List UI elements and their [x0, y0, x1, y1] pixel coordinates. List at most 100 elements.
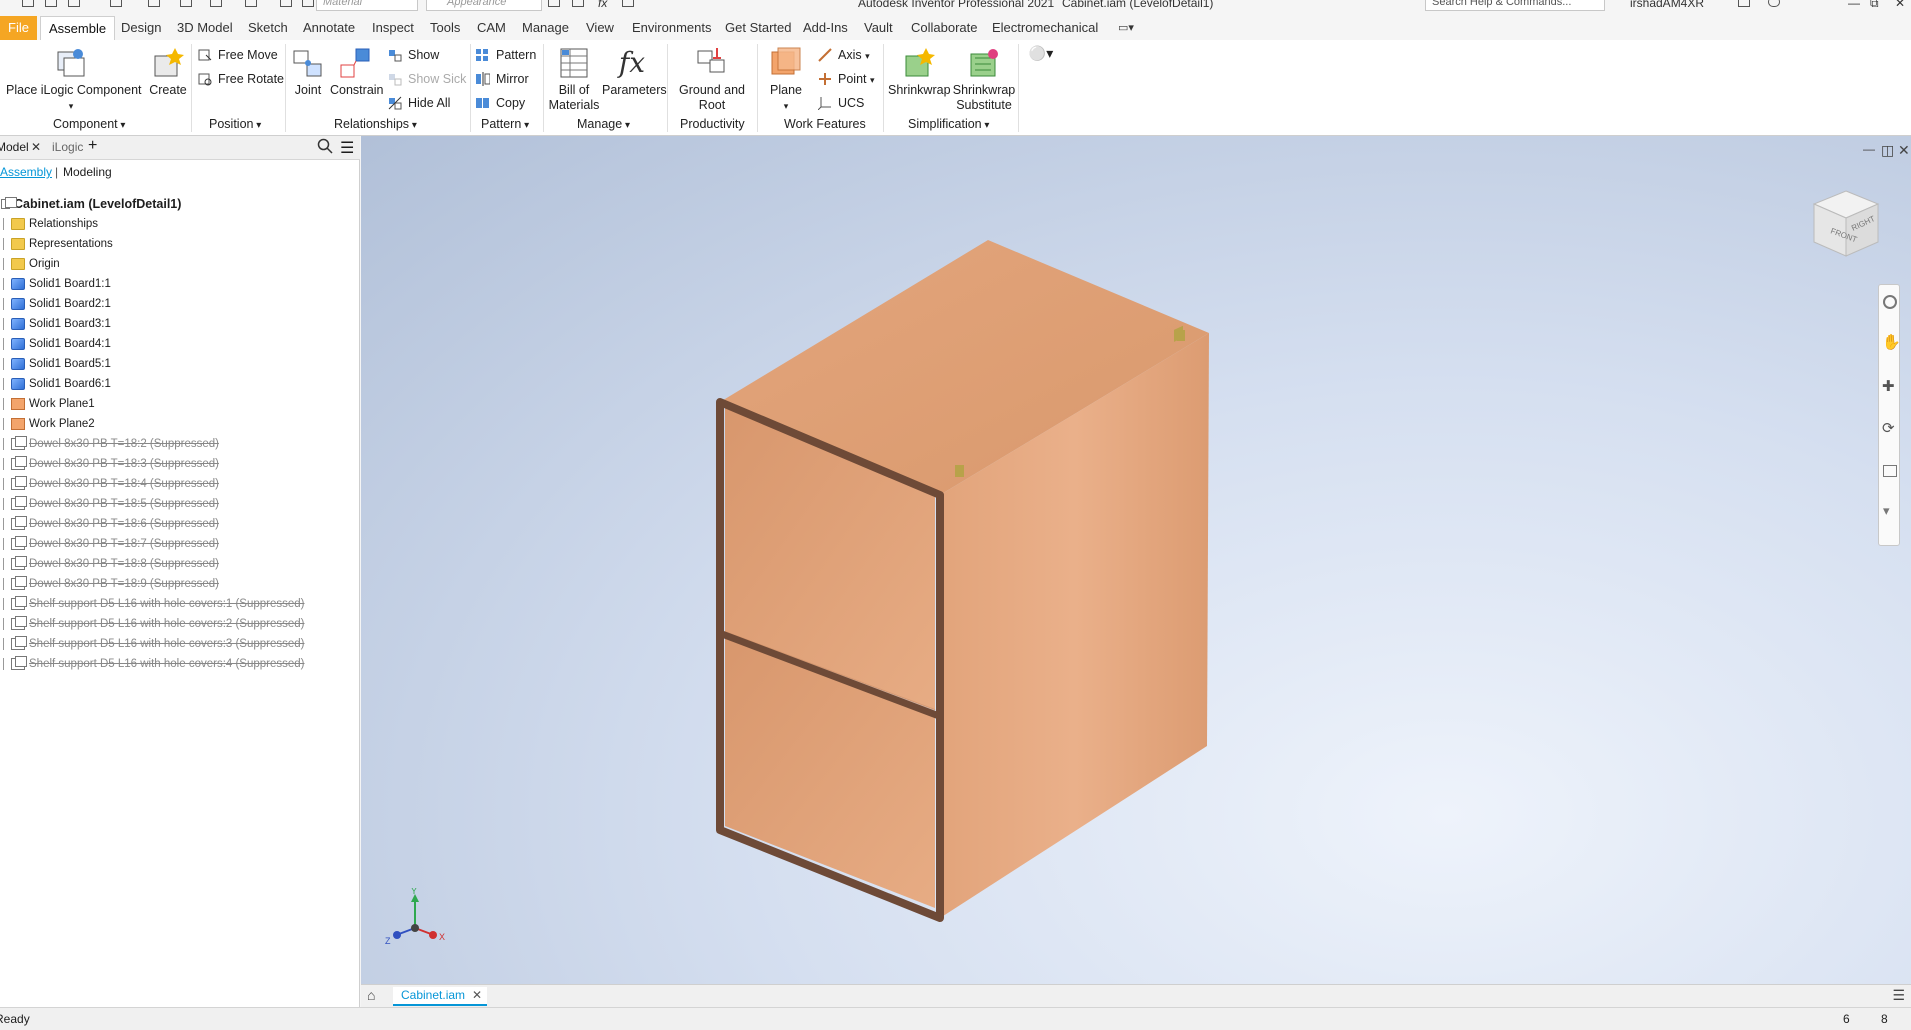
tab-collaborate[interactable]: Collaborate	[903, 16, 986, 40]
group-component[interactable]: Component	[53, 117, 125, 131]
hide-all-button[interactable]: Hide All	[388, 94, 450, 112]
orbit-icon[interactable]: ⟳	[1882, 419, 1895, 437]
tree-item[interactable]: Shelf support D5 L16 with hole covers:2 …	[0, 614, 360, 634]
tree-item[interactable]: Solid1 Board4:1	[0, 334, 360, 354]
tab-add-ins[interactable]: Add-Ins	[795, 16, 856, 40]
free-rotate-button[interactable]: Free Rotate	[198, 70, 284, 88]
customize-qa-icon[interactable]	[622, 0, 634, 7]
expand-toggle[interactable]	[0, 458, 4, 470]
ribbon-display-toggle[interactable]: ▭▾	[1110, 16, 1142, 40]
ucs-button[interactable]: UCS	[817, 94, 864, 112]
tree-item[interactable]: Dowel 8x30 PB T=18:5 (Suppressed)	[0, 494, 360, 514]
tree-item[interactable]: Shelf support D5 L16 with hole covers:3 …	[0, 634, 360, 654]
tree-item[interactable]: Shelf support D5 L16 with hole covers:1 …	[0, 594, 360, 614]
tab-inspect[interactable]: Inspect	[364, 16, 422, 40]
pattern-button[interactable]: Pattern	[476, 46, 536, 64]
browser-tab-model[interactable]: Model	[0, 140, 29, 154]
group-productivity[interactable]: Productivity	[680, 117, 745, 131]
viewport-restore-icon[interactable]: ◫	[1881, 142, 1894, 159]
group-work-features[interactable]: Work Features	[784, 117, 866, 131]
cabinet-model[interactable]	[361, 136, 1911, 984]
expand-toggle[interactable]	[0, 578, 4, 590]
ground-and-root-button[interactable]: Ground and Root	[676, 46, 748, 113]
tab-tools[interactable]: Tools	[422, 16, 468, 40]
viewport-minimize-icon[interactable]: —	[1863, 142, 1875, 156]
measure-icon[interactable]	[280, 0, 292, 7]
add-browser-tab-icon[interactable]: +	[88, 137, 97, 155]
group-relationships[interactable]: Relationships	[334, 117, 417, 131]
expand-toggle[interactable]	[0, 658, 4, 670]
ribbon-options-icon[interactable]: ⚪▾	[1024, 46, 1058, 61]
expand-toggle[interactable]	[0, 278, 4, 290]
constrain-button[interactable]: Constrain	[330, 46, 384, 98]
tree-item[interactable]: Dowel 8x30 PB T=18:9 (Suppressed)	[0, 574, 360, 594]
tab-cam[interactable]: CAM	[469, 16, 514, 40]
tree-item[interactable]: Solid1 Board2:1	[0, 294, 360, 314]
tree-item[interactable]: Origin	[0, 254, 360, 274]
group-simplification[interactable]: Simplification	[908, 117, 989, 131]
group-position[interactable]: Position	[209, 117, 261, 131]
modeling-mode-link[interactable]: Modeling	[63, 165, 112, 179]
tree-item[interactable]: Dowel 8x30 PB T=18:7 (Suppressed)	[0, 534, 360, 554]
search-icon[interactable]	[317, 138, 333, 157]
help-icon[interactable]	[1768, 0, 1780, 7]
group-manage[interactable]: Manage	[577, 117, 630, 131]
tree-item[interactable]: Dowel 8x30 PB T=18:4 (Suppressed)	[0, 474, 360, 494]
select-icon[interactable]	[210, 0, 222, 7]
expand-toggle[interactable]	[0, 558, 4, 570]
tab-get-started[interactable]: Get Started	[717, 16, 799, 40]
tab-environments[interactable]: Environments	[624, 16, 719, 40]
user-account[interactable]: irshadAM4XR	[1630, 0, 1704, 10]
plane-button[interactable]: Plane ▾	[764, 46, 808, 114]
cart-icon[interactable]	[1738, 0, 1750, 7]
tree-item[interactable]: Dowel 8x30 PB T=18:3 (Suppressed)	[0, 454, 360, 474]
tab-3d-model[interactable]: 3D Model	[169, 16, 241, 40]
place-ilogic-component-button[interactable]: Place iLogic Component ▾	[6, 46, 142, 114]
tab-design[interactable]: Design	[113, 16, 169, 40]
tab-assemble[interactable]: Assemble	[40, 16, 116, 40]
look-at-icon[interactable]	[1883, 465, 1897, 477]
tree-item[interactable]: Work Plane1	[0, 394, 360, 414]
update-icon[interactable]	[245, 0, 257, 7]
tab-file[interactable]: File	[0, 16, 37, 40]
expand-toggle[interactable]	[0, 418, 4, 430]
tab-manage[interactable]: Manage	[514, 16, 577, 40]
expand-toggle[interactable]	[0, 218, 4, 230]
clear-appearance-icon[interactable]	[548, 0, 560, 7]
document-tab-cabinet[interactable]: Cabinet.iam ✕	[393, 987, 488, 1006]
color-override-icon[interactable]	[302, 0, 314, 7]
adjust-icon[interactable]	[572, 0, 584, 7]
bill-of-materials-button[interactable]: Bill of Materials	[548, 46, 600, 113]
expand-toggle[interactable]	[0, 438, 4, 450]
tree-item[interactable]: Dowel 8x30 PB T=18:2 (Suppressed)	[0, 434, 360, 454]
open-icon[interactable]	[45, 0, 57, 7]
mirror-button[interactable]: Mirror	[476, 70, 529, 88]
tree-item[interactable]: Solid1 Board6:1	[0, 374, 360, 394]
expand-toggle[interactable]	[0, 618, 4, 630]
tree-root-assembly[interactable]: Cabinet.iam (LevelofDetail1)	[0, 194, 360, 214]
expand-toggle[interactable]	[0, 518, 4, 530]
material-select[interactable]: Material	[316, 0, 418, 11]
expand-toggle[interactable]	[0, 398, 4, 410]
expand-toggle[interactable]	[0, 478, 4, 490]
shrinkwrap-button[interactable]: Shrinkwrap	[888, 46, 951, 98]
expand-toggle[interactable]	[0, 598, 4, 610]
expand-toggle[interactable]	[0, 258, 4, 270]
fx-icon[interactable]: fx	[598, 0, 607, 10]
point-button[interactable]: Point ▾	[818, 70, 875, 88]
home-icon[interactable]	[180, 0, 192, 7]
tree-item[interactable]: Relationships	[0, 214, 360, 234]
expand-toggle[interactable]	[0, 638, 4, 650]
axis-button[interactable]: Axis ▾	[818, 46, 870, 64]
new-icon[interactable]	[22, 0, 34, 7]
expand-toggle[interactable]	[0, 338, 4, 350]
tab-vault[interactable]: Vault	[856, 16, 901, 40]
graphics-viewport[interactable]: — ◫ ✕ FRONT RIGHT ✋ ✚ ⟳ ▾ Y X Z	[361, 136, 1911, 984]
tree-item[interactable]: Representations	[0, 234, 360, 254]
home-tab-icon[interactable]: ⌂	[367, 987, 375, 1003]
free-move-button[interactable]: Free Move	[198, 46, 278, 64]
shrinkwrap-substitute-button[interactable]: Shrinkwrap Substitute	[952, 46, 1016, 113]
tab-annotate[interactable]: Annotate	[295, 16, 363, 40]
undo-icon[interactable]	[110, 0, 122, 7]
group-pattern[interactable]: Pattern	[481, 117, 529, 131]
